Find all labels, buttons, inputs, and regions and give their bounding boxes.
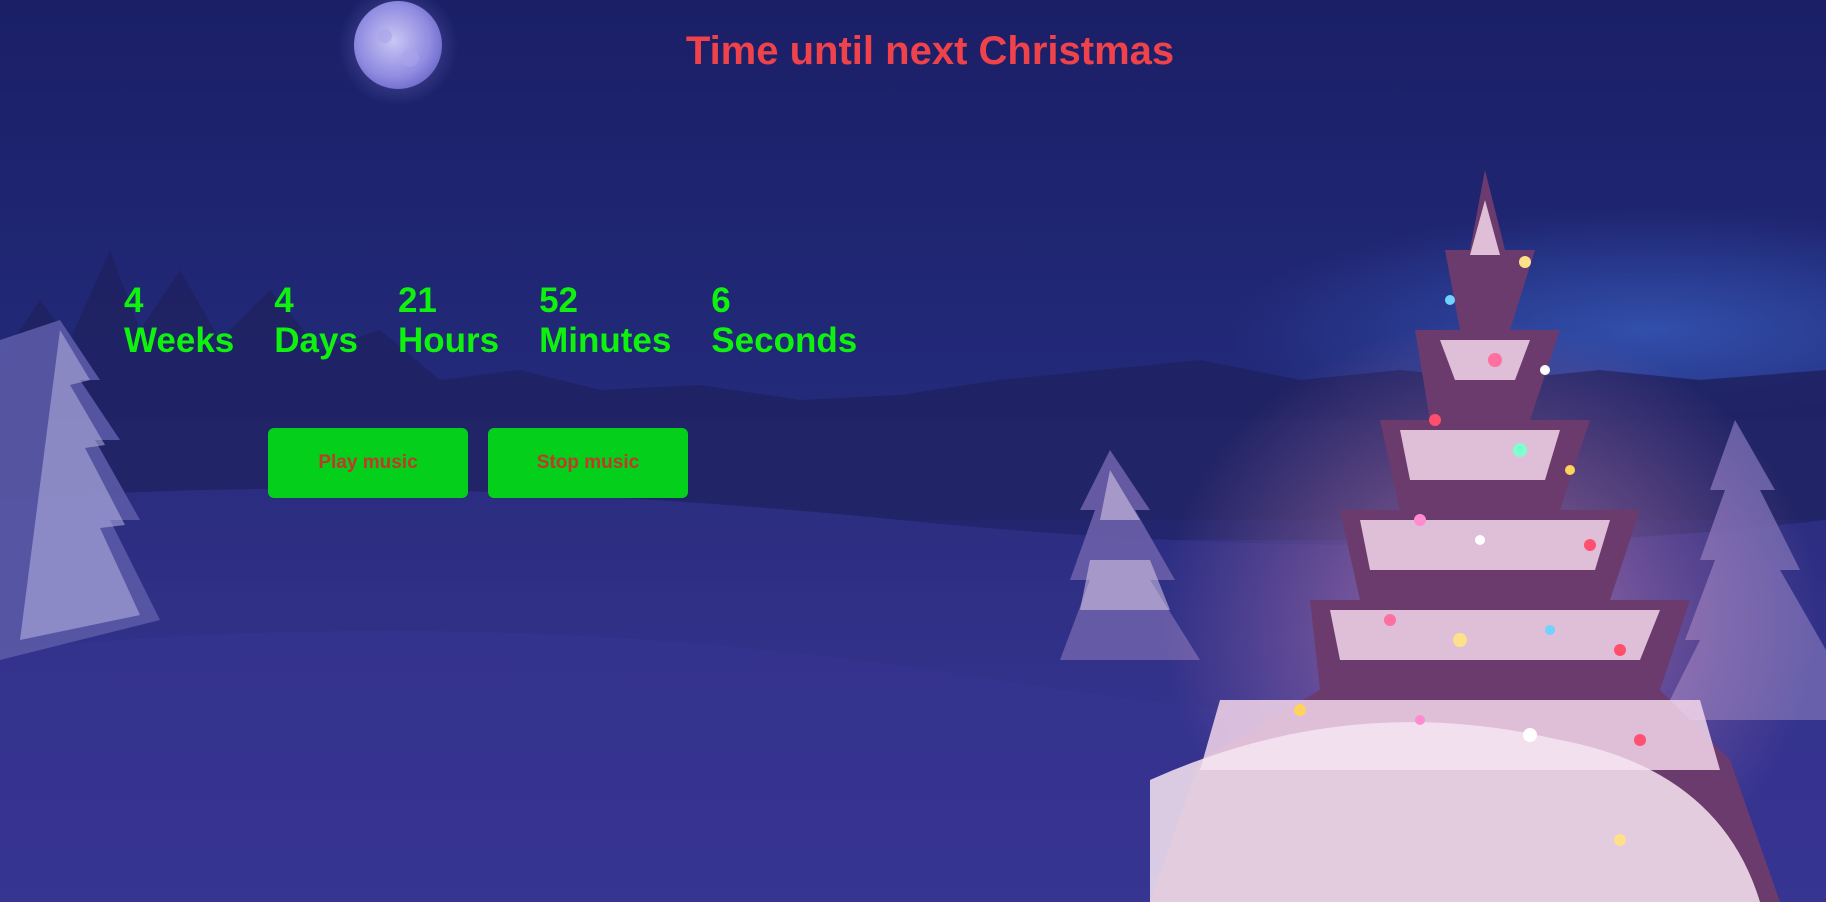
countdown-weeks: 4 Weeks: [124, 281, 234, 361]
days-value: 4: [274, 281, 294, 320]
minutes-label: Minutes: [539, 321, 672, 360]
countdown-display: 4 Weeks 4 Days 21 Hours 52 Minutes 6 Sec…: [124, 281, 857, 361]
hours-value: 21: [397, 281, 437, 320]
countdown-seconds: 6 Seconds: [711, 281, 857, 361]
weeks-label: Weeks: [124, 321, 235, 360]
seconds-value: 6: [711, 281, 731, 320]
hours-label: Hours: [397, 321, 500, 360]
days-label: Days: [274, 321, 358, 360]
stop-music-button[interactable]: Stop music: [488, 428, 688, 498]
weeks-value: 4: [124, 281, 144, 320]
seconds-label: Seconds: [711, 321, 858, 360]
music-controls: Play music Stop music: [268, 428, 688, 498]
countdown-minutes: 52 Minutes: [539, 281, 671, 361]
page-title: Time until next Christmas: [685, 29, 1175, 73]
countdown-days: 4 Days: [274, 281, 358, 361]
countdown-hours: 21 Hours: [398, 281, 499, 361]
minutes-value: 52: [539, 281, 578, 320]
play-music-button[interactable]: Play music: [268, 428, 468, 498]
